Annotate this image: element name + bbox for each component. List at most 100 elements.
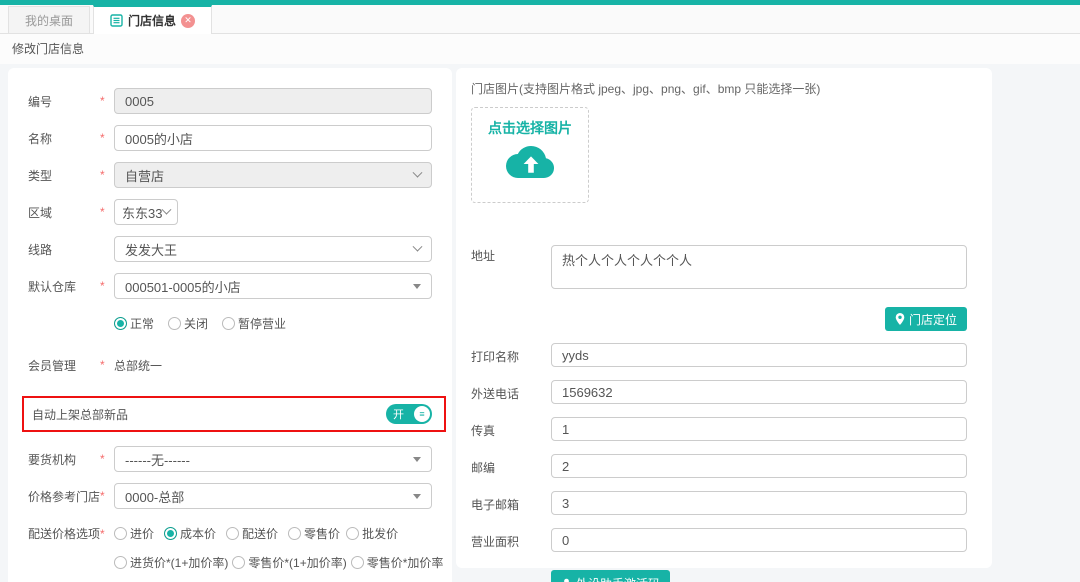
area-input[interactable] [551, 528, 967, 552]
radio-icon [222, 317, 235, 330]
required-asterisk: * [100, 452, 114, 466]
chevron-down-icon [413, 167, 423, 177]
tab-store-info[interactable]: 门店信息 ✕ [93, 5, 212, 34]
user-icon [561, 578, 572, 582]
field-label: 名称 [28, 130, 100, 147]
field-row-price-ref: 价格参考门店 * 0000-总部 [28, 483, 432, 509]
print-name-input[interactable] [551, 343, 967, 367]
peripheral-assistant-activate-button[interactable]: 外设助手激活码 [551, 570, 670, 582]
fax-input[interactable] [551, 417, 967, 441]
field-row-email: 电子邮箱 [471, 491, 967, 515]
image-upload-dropzone[interactable]: 点击选择图片 [471, 107, 589, 203]
field-label: 线路 [28, 241, 100, 258]
radio-icon [226, 527, 239, 540]
radio-icon [351, 556, 364, 569]
auto-shelf-label: 自动上架总部新品 [32, 406, 128, 423]
name-input[interactable] [114, 125, 432, 151]
warehouse-select[interactable]: 000501-0005的小店 [114, 273, 432, 299]
field-row-area: 营业面积 [471, 528, 967, 552]
price-radio-retail[interactable]: 零售价 [288, 525, 340, 542]
request-org-select[interactable]: ------无------ [114, 446, 432, 472]
type-select: 自营店 [114, 162, 432, 188]
field-label: 区域 [28, 204, 100, 221]
image-format-note: 门店图片(支持图片格式 jpeg、jpg、png、gif、bmp 只能选择一张) [471, 80, 967, 97]
field-row-member: 会员管理 * 总部统一 [28, 352, 432, 378]
store-locate-button[interactable]: 门店定位 [885, 307, 967, 331]
price-radio-purchase[interactable]: 进价 [114, 525, 154, 542]
field-row-address: 地址 热个人个人个人个个人 [471, 245, 967, 294]
route-select[interactable]: 发发大王 [114, 236, 432, 262]
price-radio-wholesale[interactable]: 批发价 [346, 525, 398, 542]
map-pin-icon [895, 313, 905, 325]
field-label: 配送价格选项 [28, 525, 100, 542]
price-ref-select[interactable]: 0000-总部 [114, 483, 432, 509]
chevron-down-icon [413, 241, 423, 251]
field-row-code: 编号 * [28, 88, 432, 114]
field-label: 外送电话 [471, 383, 551, 402]
required-asterisk: * [100, 131, 114, 145]
dropdown-arrow-icon [413, 494, 421, 499]
region-select[interactable]: 东东33 [114, 199, 178, 225]
store-info-screen: 我的桌面 门店信息 ✕ 修改门店信息 编号 * [0, 0, 1080, 582]
selected-value: 000501-0005的小店 [125, 277, 241, 296]
dropdown-arrow-icon [413, 284, 421, 289]
selected-value: 东东33 [122, 203, 162, 222]
price-options-row-2: 进货价*(1+加价率) 零售价*(1+加价率) 零售价*加价率 [114, 554, 432, 571]
field-row-route: 线路 发发大王 [28, 236, 432, 262]
radio-icon [346, 527, 359, 540]
field-row-print-name: 打印名称 [471, 343, 967, 367]
dropdown-arrow-icon [413, 457, 421, 462]
code-input [114, 88, 432, 114]
field-label: 邮编 [471, 457, 551, 476]
field-label: 电子邮箱 [471, 494, 551, 513]
auto-shelf-toggle[interactable]: 开 ≡ [386, 404, 432, 424]
price-radio-cost[interactable]: 成本价 [164, 525, 216, 542]
tab-my-desktop[interactable]: 我的桌面 [8, 6, 90, 33]
required-asterisk: * [100, 358, 114, 372]
required-asterisk: * [100, 205, 114, 219]
email-input[interactable] [551, 491, 967, 515]
field-row-region: 区域 * 东东33 [28, 199, 432, 225]
selected-value: 发发大王 [125, 240, 177, 259]
field-row-zip: 邮编 [471, 454, 967, 478]
auto-shelf-highlight-box: 自动上架总部新品 开 ≡ [22, 396, 446, 432]
field-label: 传真 [471, 420, 551, 439]
status-radio-normal[interactable]: 正常 [114, 315, 154, 332]
field-label: 地址 [471, 245, 551, 264]
address-textarea[interactable]: 热个人个人个人个个人 [551, 245, 967, 289]
toggle-knob-icon: ≡ [414, 406, 430, 422]
selected-value: 0000-总部 [125, 487, 184, 506]
field-row-warehouse: 默认仓库 * 000501-0005的小店 [28, 273, 432, 299]
field-row-delivery-phone: 外送电话 [471, 380, 967, 404]
field-row-name: 名称 * [28, 125, 432, 151]
price-radio-retail-markup[interactable]: 零售价*(1+加价率) [232, 554, 346, 571]
member-value: 总部统一 [114, 357, 432, 374]
radio-icon [168, 317, 181, 330]
field-label: 营业面积 [471, 531, 551, 550]
page-title: 修改门店信息 [0, 34, 1080, 64]
tab-bar: 我的桌面 门店信息 ✕ [0, 5, 1080, 34]
field-label: 编号 [28, 93, 100, 110]
status-radio-closed[interactable]: 关闭 [168, 315, 208, 332]
store-basic-form-panel: 编号 * 名称 * 类型 * 自营店 区域 [8, 68, 452, 582]
radio-icon [114, 317, 127, 330]
status-radio-suspended[interactable]: 暂停营业 [222, 315, 286, 332]
page-body: 编号 * 名称 * 类型 * 自营店 区域 [0, 64, 1080, 582]
close-tab-icon[interactable]: ✕ [181, 14, 195, 28]
chevron-down-icon [162, 204, 172, 214]
document-list-icon [110, 14, 123, 27]
delivery-phone-input[interactable] [551, 380, 967, 404]
field-label: 打印名称 [471, 346, 551, 365]
zip-input[interactable] [551, 454, 967, 478]
upload-hint-text: 点击选择图片 [472, 118, 588, 138]
price-radio-retail-times-markup[interactable]: 零售价*加价率 [351, 554, 444, 571]
cloud-upload-icon [472, 142, 588, 187]
status-radio-row: 正常 关闭 暂停营业 [28, 310, 432, 336]
price-radio-delivery[interactable]: 配送价 [226, 525, 278, 542]
radio-icon [288, 527, 301, 540]
required-asterisk: * [100, 168, 114, 182]
radio-icon [232, 556, 245, 569]
locate-button-row: 门店定位 [471, 307, 967, 331]
field-label: 类型 [28, 167, 100, 184]
price-radio-purchase-markup[interactable]: 进货价*(1+加价率) [114, 554, 228, 571]
